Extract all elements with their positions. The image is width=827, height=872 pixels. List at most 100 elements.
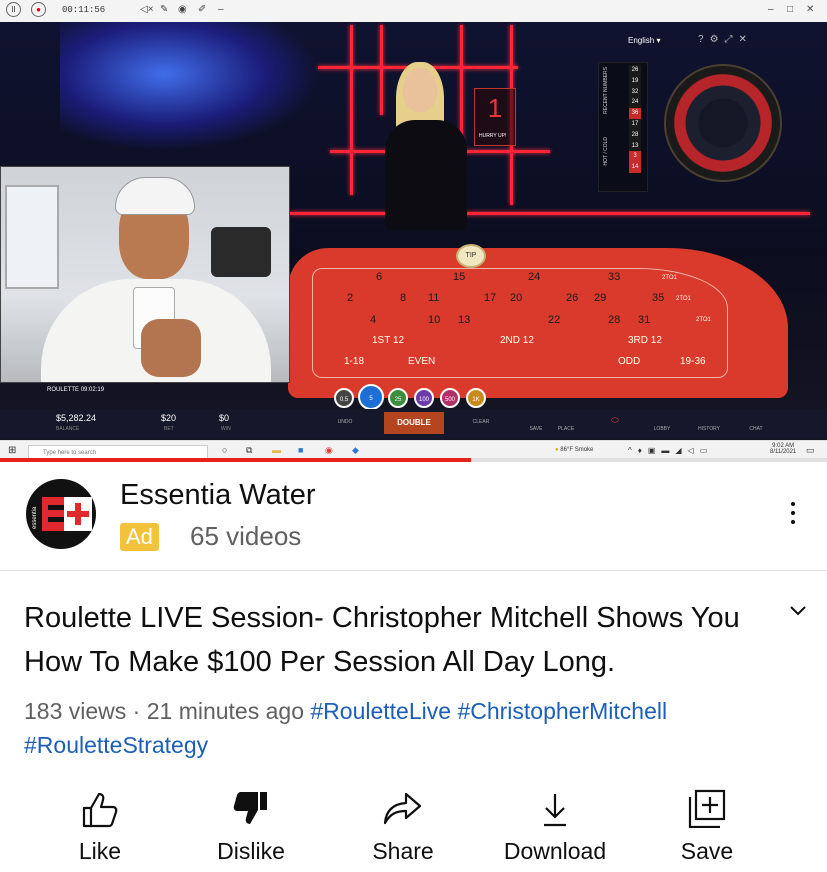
- number-cell[interactable]: 28: [608, 314, 620, 326]
- save-bet-button[interactable]: SAVE: [521, 426, 551, 432]
- fullscreen-icon[interactable]: ⤢: [725, 34, 739, 45]
- download-label: Download: [503, 838, 607, 864]
- chrome-icon[interactable]: ◉: [325, 445, 333, 456]
- clock-date: 8/11/2021: [770, 449, 797, 455]
- column-bet[interactable]: 2TO1: [676, 296, 691, 302]
- lobby-button[interactable]: LOBBY: [647, 426, 677, 432]
- video-title[interactable]: Roulette LIVE Session- Christopher Mitch…: [24, 596, 764, 684]
- odd-bet[interactable]: ODD: [618, 356, 640, 367]
- number-cell[interactable]: 33: [608, 271, 620, 283]
- download-icon: [544, 794, 566, 827]
- volume-icon[interactable]: ◁×: [140, 4, 154, 15]
- pen-icon[interactable]: ✐: [198, 4, 206, 15]
- chevron-down-icon[interactable]: [789, 604, 807, 618]
- number-cell[interactable]: 15: [453, 271, 465, 283]
- app-icon[interactable]: ◆: [352, 445, 359, 456]
- chip[interactable]: 0.5: [334, 388, 354, 408]
- timer-box: 1 HURRY UP!: [474, 88, 516, 146]
- number-cell[interactable]: 24: [528, 271, 540, 283]
- even-bet[interactable]: EVEN: [408, 356, 435, 367]
- number-cell[interactable]: 11: [428, 292, 439, 304]
- pause-icon[interactable]: II: [6, 2, 21, 17]
- number-cell[interactable]: 35: [652, 292, 664, 304]
- chip[interactable]: 500: [440, 388, 460, 408]
- history-button[interactable]: HISTORY: [694, 426, 724, 432]
- number-cell[interactable]: 17: [484, 292, 496, 304]
- dozen-bet-2[interactable]: 2ND 12: [500, 335, 534, 346]
- number-cell[interactable]: 22: [548, 314, 560, 326]
- share-button[interactable]: Share: [333, 786, 473, 865]
- window-minimize-icon[interactable]: –: [768, 4, 774, 15]
- channel-avatar[interactable]: essentia: [26, 479, 96, 549]
- channel-row[interactable]: essentia Essentia Water Ad 65 videos: [0, 462, 827, 571]
- chip[interactable]: 1K: [466, 388, 486, 408]
- hashtag-link[interactable]: #RouletteLive: [310, 698, 451, 724]
- language-select[interactable]: English ▾: [628, 36, 661, 45]
- dozen-bet-3[interactable]: 3RD 12: [628, 335, 662, 346]
- number-cell[interactable]: 8: [400, 292, 406, 304]
- number-cell[interactable]: 29: [594, 292, 606, 304]
- notifications-icon[interactable]: ▭: [806, 445, 815, 456]
- number-cell[interactable]: 31: [638, 314, 650, 326]
- store-icon[interactable]: ■: [298, 445, 303, 455]
- number-cell[interactable]: 26: [566, 292, 578, 304]
- number-cell[interactable]: 20: [510, 292, 522, 304]
- recent-number: 14: [629, 162, 641, 173]
- recent-number: 24: [629, 97, 641, 109]
- cortana-icon[interactable]: ○: [222, 445, 227, 455]
- dislike-button[interactable]: Dislike: [181, 786, 321, 865]
- place-bet-button[interactable]: PLACE: [551, 426, 581, 432]
- low-bet[interactable]: 1-18: [344, 356, 364, 367]
- recorder-toolbar: II ● 00:11:56 ◁× ✎ ◉ ✐ – – □ ✕: [0, 0, 827, 23]
- number-cell[interactable]: 2: [347, 292, 353, 304]
- recent-number: 17: [629, 118, 641, 130]
- number-cell[interactable]: 10: [428, 314, 440, 326]
- help-icon[interactable]: ?: [698, 34, 710, 45]
- save-button[interactable]: Save: [637, 786, 777, 865]
- bet-label: BET: [164, 426, 174, 432]
- file-explorer-icon[interactable]: ▬: [272, 445, 281, 455]
- racetrack-icon[interactable]: ⬭: [600, 415, 630, 426]
- weather-widget[interactable]: ● 86°F Smoke: [555, 447, 593, 453]
- clear-button[interactable]: CLEAR: [466, 419, 496, 425]
- system-tray-icons[interactable]: ^♦▣▬◢◁▭: [628, 446, 713, 455]
- settings-icon[interactable]: ⚙: [710, 34, 725, 45]
- mic-icon[interactable]: ✎: [160, 4, 168, 15]
- minimize-icon[interactable]: –: [218, 4, 224, 15]
- undo-button[interactable]: UNDO: [330, 419, 360, 425]
- stop-icon[interactable]: ●: [31, 2, 46, 17]
- chat-button[interactable]: CHAT: [741, 426, 771, 432]
- number-cell[interactable]: 13: [458, 314, 470, 326]
- dozen-bet-1[interactable]: 1ST 12: [372, 335, 404, 346]
- webcam-icon[interactable]: ◉: [178, 4, 187, 15]
- task-view-icon[interactable]: ⧉: [246, 445, 252, 456]
- column-bet[interactable]: 2TO1: [696, 317, 711, 323]
- chip-selected[interactable]: 5: [358, 384, 384, 410]
- video-metadata: 183 views · 21 minutes ago #RouletteLive…: [24, 694, 814, 762]
- hashtag-link[interactable]: #ChristopherMitchell: [457, 698, 667, 724]
- hashtag-link[interactable]: #RouletteStrategy: [24, 732, 208, 758]
- high-bet[interactable]: 19-36: [680, 356, 706, 367]
- taskbar-search-input[interactable]: Type here to search: [28, 445, 208, 459]
- double-button[interactable]: DOUBLE: [384, 412, 444, 434]
- number-cell[interactable]: 6: [376, 271, 382, 283]
- channel-name[interactable]: Essentia Water: [120, 479, 316, 512]
- number-cell[interactable]: 4: [370, 314, 376, 326]
- video-player[interactable]: II ● 00:11:56 ◁× ✎ ◉ ✐ – – □ ✕ 1 HURRY U…: [0, 0, 827, 462]
- download-button[interactable]: Download: [485, 786, 625, 865]
- chip[interactable]: 25: [388, 388, 408, 408]
- window-close-icon[interactable]: ✕: [806, 4, 814, 15]
- close-game-icon[interactable]: ✕: [739, 34, 753, 45]
- weather-icon: ●: [555, 447, 559, 453]
- weather-text: 86°F Smoke: [560, 447, 594, 453]
- window-maximize-icon[interactable]: □: [787, 4, 793, 15]
- windows-start-icon[interactable]: ⊞: [8, 445, 16, 456]
- video-count: 65 videos: [190, 521, 302, 551]
- tip-button[interactable]: TIP: [456, 244, 486, 268]
- blue-light-effect: [60, 22, 320, 152]
- like-button[interactable]: Like: [30, 786, 170, 865]
- column-bet[interactable]: 2TO1: [662, 275, 677, 281]
- more-options-icon[interactable]: [786, 502, 800, 530]
- chip[interactable]: 100: [414, 388, 434, 408]
- taskbar-clock[interactable]: 9:02 AM 8/11/2021: [770, 443, 796, 455]
